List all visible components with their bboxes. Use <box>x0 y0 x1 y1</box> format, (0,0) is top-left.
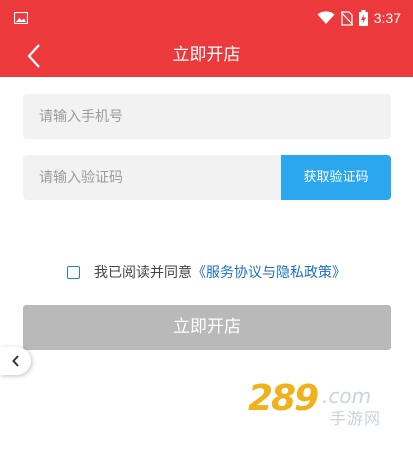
agreement-checkbox[interactable] <box>67 265 80 279</box>
agreement-text: 我已阅读并同意 <box>94 265 192 281</box>
watermark-number: 289 <box>248 378 319 419</box>
watermark-logo: 289 .com 手游网 <box>248 378 398 428</box>
phone-field <box>23 94 391 139</box>
chevron-left-icon <box>12 355 19 367</box>
code-input[interactable] <box>23 155 281 200</box>
get-code-button[interactable]: 获取验证码 <box>281 155 391 200</box>
watermark-subtitle: 手游网 <box>330 409 382 428</box>
no-sim-icon <box>340 10 353 26</box>
agreement-link[interactable]: 《服务协议与隐私政策》 <box>192 262 346 282</box>
status-bar: 3:37 <box>0 0 413 34</box>
back-chevron-icon[interactable] <box>24 42 46 70</box>
image-icon <box>14 12 28 24</box>
open-store-button[interactable]: 立即开店 <box>23 305 391 350</box>
agreement-row: 我已阅读并同意 《服务协议与隐私政策》 <box>67 262 346 282</box>
nav-bar: 立即开店 <box>0 34 413 77</box>
battery-charging-icon <box>358 10 368 26</box>
code-field: 获取验证码 <box>23 155 391 200</box>
side-collapse-tab[interactable] <box>0 347 31 375</box>
phone-input[interactable] <box>23 94 391 139</box>
wifi-icon <box>317 11 335 24</box>
status-icons: 3:37 <box>317 8 401 28</box>
status-time: 3:37 <box>373 10 401 26</box>
page-title: 立即开店 <box>172 45 241 65</box>
